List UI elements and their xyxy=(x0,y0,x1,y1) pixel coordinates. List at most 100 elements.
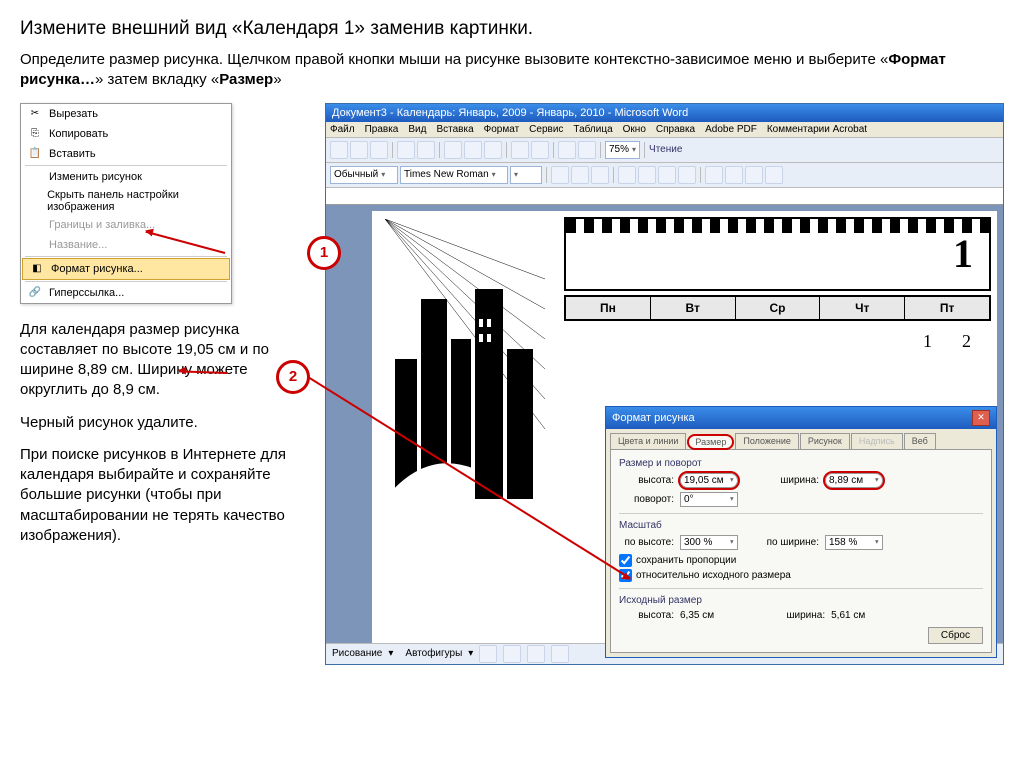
toolbar-1[interactable]: 75% Чтение xyxy=(326,138,1003,163)
scale-height-input[interactable]: 300 % xyxy=(680,535,738,550)
page-title: Измените внешний вид «Календаря 1» замен… xyxy=(20,18,1004,40)
rect-icon[interactable] xyxy=(527,645,545,663)
calendar-days: ПнВтСрЧтПт xyxy=(564,295,991,321)
word-window: Документ3 - Календарь: Январь, 2009 - Ян… xyxy=(325,103,1004,665)
ctx-cut[interactable]: ✂Вырезать xyxy=(21,104,231,124)
menu-adobe[interactable]: Adobe PDF xyxy=(705,124,757,135)
ctx-format-picture[interactable]: ◧Формат рисунка... xyxy=(22,258,230,280)
ctx-hyperlink[interactable]: 🔗Гиперссылка... xyxy=(21,283,231,303)
align-center-icon[interactable] xyxy=(638,166,656,184)
print-icon[interactable] xyxy=(397,141,415,159)
menubar[interactable]: Файл Правка Вид Вставка Формат Сервис Та… xyxy=(326,122,1003,138)
table-icon[interactable] xyxy=(558,141,576,159)
close-icon[interactable]: ✕ xyxy=(972,410,990,426)
ctx-caption[interactable]: Название... xyxy=(21,235,231,255)
body-text: Для календаря размер рисунка составляет … xyxy=(20,320,310,547)
ctx-border[interactable]: Границы и заливка... xyxy=(21,215,231,235)
relative-original-checkbox[interactable]: относительно исходного размера xyxy=(619,569,983,582)
indent-inc-icon[interactable] xyxy=(765,166,783,184)
copy-icon[interactable] xyxy=(464,141,482,159)
rotate-label: поворот: xyxy=(619,494,674,505)
menu-format[interactable]: Формат xyxy=(484,124,520,135)
cut-icon[interactable] xyxy=(444,141,462,159)
calendar-header: 1 xyxy=(564,217,991,291)
ctx-copy[interactable]: ⎘Копировать xyxy=(21,124,231,144)
menu-acrobat[interactable]: Комментарии Acrobat xyxy=(767,124,867,135)
cut-icon: ✂ xyxy=(27,106,43,122)
open-icon[interactable] xyxy=(350,141,368,159)
calendar-nums: 12 xyxy=(564,321,991,352)
zoom-combo[interactable]: 75% xyxy=(605,141,640,159)
menu-tools[interactable]: Сервис xyxy=(529,124,563,135)
align-justify-icon[interactable] xyxy=(678,166,696,184)
ctx-paste[interactable]: 📋Вставить xyxy=(21,144,231,164)
menu-insert[interactable]: Вставка xyxy=(436,124,473,135)
tab-position[interactable]: Положение xyxy=(735,433,799,449)
toolbar-2[interactable]: Обычный Times New Roman xyxy=(326,163,1003,188)
tab-textbox: Надпись xyxy=(851,433,903,449)
size-combo[interactable] xyxy=(510,166,542,184)
context-menu[interactable]: ✂Вырезать ⎘Копировать 📋Вставить Изменить… xyxy=(20,103,232,304)
menu-view[interactable]: Вид xyxy=(408,124,426,135)
lock-aspect-checkbox[interactable]: сохранить пропорции xyxy=(619,554,983,567)
menu-edit[interactable]: Правка xyxy=(365,124,399,135)
columns-icon[interactable] xyxy=(578,141,596,159)
group-size: Размер и поворот xyxy=(619,458,983,469)
group-original: Исходный размер xyxy=(619,595,983,606)
word-title-bar: Документ3 - Календарь: Январь, 2009 - Ян… xyxy=(326,104,1003,122)
oval-icon[interactable] xyxy=(551,645,569,663)
paste-icon: 📋 xyxy=(27,146,43,162)
rotate-input[interactable]: 0° xyxy=(680,492,738,507)
tab-colors[interactable]: Цвета и линии xyxy=(610,433,686,449)
preview-icon[interactable] xyxy=(417,141,435,159)
italic-icon[interactable] xyxy=(571,166,589,184)
paste-icon[interactable] xyxy=(484,141,502,159)
intro-text: Определите размер рисунка. Щелчком право… xyxy=(20,50,1004,91)
scale-width-label: по ширине: xyxy=(764,537,819,548)
menu-help[interactable]: Справка xyxy=(656,124,695,135)
read-button[interactable]: Чтение xyxy=(649,144,682,155)
undo-icon[interactable] xyxy=(511,141,529,159)
dialog-title-bar[interactable]: Формат рисунка ✕ xyxy=(606,407,996,429)
tab-web[interactable]: Веб xyxy=(904,433,936,449)
format-icon: ◧ xyxy=(29,261,45,277)
arrow-icon[interactable] xyxy=(503,645,521,663)
ruler[interactable] xyxy=(326,188,1003,205)
align-right-icon[interactable] xyxy=(658,166,676,184)
link-icon: 🔗 xyxy=(27,285,43,301)
scale-width-input[interactable]: 158 % xyxy=(825,535,883,550)
style-combo[interactable]: Обычный xyxy=(330,166,398,184)
format-picture-dialog[interactable]: Формат рисунка ✕ Цвета и линии Размер По… xyxy=(605,406,997,658)
ctx-edit[interactable]: Изменить рисунок xyxy=(21,167,231,187)
menu-window[interactable]: Окно xyxy=(623,124,646,135)
save-icon[interactable] xyxy=(370,141,388,159)
line-icon[interactable] xyxy=(479,645,497,663)
underline-icon[interactable] xyxy=(591,166,609,184)
menu-file[interactable]: Файл xyxy=(330,124,355,135)
indent-dec-icon[interactable] xyxy=(745,166,763,184)
orig-width-label: ширина: xyxy=(770,610,825,621)
align-left-icon[interactable] xyxy=(618,166,636,184)
autoshapes-button[interactable]: Автофигуры xyxy=(405,648,462,659)
menu-table[interactable]: Таблица xyxy=(573,124,612,135)
tab-picture[interactable]: Рисунок xyxy=(800,433,850,449)
dialog-tabs[interactable]: Цвета и линии Размер Положение Рисунок Н… xyxy=(606,429,996,449)
list-icon[interactable] xyxy=(705,166,723,184)
group-scale: Масштаб xyxy=(619,520,983,531)
ctx-hide[interactable]: Скрыть панель настройки изображения xyxy=(21,187,231,215)
height-input[interactable]: 19,05 см xyxy=(680,473,738,488)
city-image[interactable] xyxy=(372,211,558,649)
scale-height-label: по высоте: xyxy=(619,537,674,548)
copy-icon: ⎘ xyxy=(27,126,43,142)
redo-icon[interactable] xyxy=(531,141,549,159)
numlist-icon[interactable] xyxy=(725,166,743,184)
orig-height-value: 6,35 см xyxy=(680,610,714,621)
bold-icon[interactable] xyxy=(551,166,569,184)
font-combo[interactable]: Times New Roman xyxy=(400,166,508,184)
new-icon[interactable] xyxy=(330,141,348,159)
tab-size[interactable]: Размер xyxy=(687,434,734,450)
draw-button[interactable]: Рисование xyxy=(332,648,382,659)
city-svg xyxy=(380,219,550,499)
width-input[interactable]: 8,89 см xyxy=(825,473,883,488)
reset-button[interactable]: Сброс xyxy=(928,627,983,644)
